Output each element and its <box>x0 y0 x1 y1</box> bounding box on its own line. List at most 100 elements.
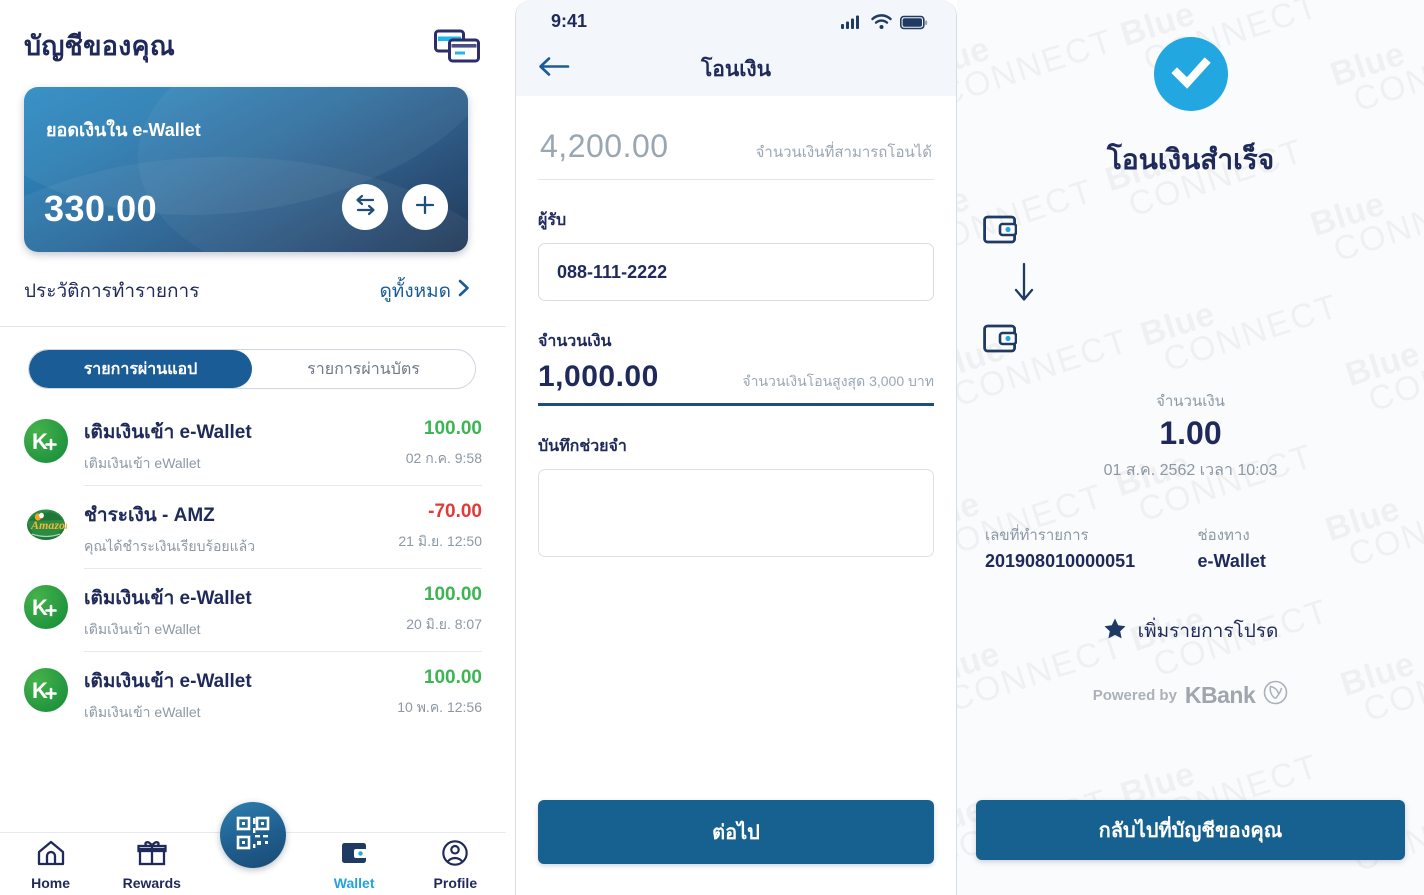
page-title: บัญชีของคุณ <box>24 31 176 61</box>
wallet-icon <box>339 839 369 872</box>
from-account-masked-text <box>1037 212 1398 214</box>
svg-text:Amazon: Amazon <box>30 518 67 532</box>
check-circle-icon <box>1153 37 1228 111</box>
transaction-desc: คุณได้ชำระเงินเรียบร้อยแล้ว <box>84 538 256 554</box>
powered-by: Powered by KBank <box>957 680 1424 710</box>
transfer-form: 4,200.00 จำนวนเงินที่สามารถโอนได้ ผู้รับ… <box>516 96 956 557</box>
note-input[interactable] <box>538 469 934 557</box>
qr-code-icon <box>236 816 270 855</box>
transaction-meta: 100.00 20 มิ.ย. 8:07 <box>406 583 482 636</box>
transaction-meta: 100.00 10 พ.ค. 12:56 <box>397 666 482 719</box>
person-circle-icon <box>440 839 470 872</box>
balance-card[interactable]: ยอดเงินใน e-Wallet 330.00 <box>24 87 468 252</box>
meta-transaction-id: เลขที่ทำรายการ 201908010000051 <box>985 523 1184 572</box>
nav-label: Profile <box>433 875 478 891</box>
back-button[interactable] <box>538 56 570 83</box>
see-all-label: ดูทั้งหมด <box>379 281 451 302</box>
svg-text:K: K <box>32 429 48 454</box>
success-content: โอนเงินสำเร็จ จำนวนเงิน 1.00 01 ส.ค. 256… <box>957 0 1424 710</box>
amount-label: จำนวนเงิน <box>538 333 612 350</box>
transfer-arrows-icon <box>353 194 378 221</box>
status-time: 9:41 <box>551 11 588 31</box>
transaction-datetime: 01 ส.ค. 2562 เวลา 10:03 <box>1103 462 1278 479</box>
transaction-name: เติมเงินเข้า e-Wallet <box>84 671 252 692</box>
transaction-name: เติมเงินเข้า e-Wallet <box>84 422 252 443</box>
chevron-right-icon <box>458 279 470 303</box>
kbank-brand: KBank <box>1184 681 1256 708</box>
transaction-info: เติมเงินเข้า e-Wallet เติมเงินเข้า eWall… <box>68 583 406 641</box>
transaction-amount: 100.00 <box>423 667 482 688</box>
meta-label: ช่องทาง <box>1197 527 1250 544</box>
see-all-link[interactable]: ดูทั้งหมด <box>379 276 470 306</box>
battery-full-icon <box>900 15 928 35</box>
transaction-date: 21 มิ.ย. 12:50 <box>398 533 482 549</box>
table-row[interactable]: K เติมเงินเข้า e-Wallet เติมเงินเข้า eWa… <box>24 569 482 651</box>
transfer-screen: 9:41 โอนเงิน 4,200.00 จำนวนเงินที่สามารถ… <box>515 0 957 895</box>
table-row[interactable]: K เติมเงินเข้า e-Wallet เติมเงินเข้า eWa… <box>24 403 482 485</box>
screens-container: บัญชีของคุณ ยอดเงินใน e-Wallet 330.00 ปร… <box>0 0 1424 895</box>
add-favorite-button[interactable]: เพิ่มรายการโปรด <box>957 616 1424 646</box>
svg-text:K: K <box>32 678 48 703</box>
wifi-icon <box>871 14 892 35</box>
amount-input[interactable]: 1,000.00 <box>538 360 659 394</box>
transaction-date: 10 พ.ค. 12:56 <box>397 699 482 715</box>
transaction-list: K เติมเงินเข้า e-Wallet เติมเงินเข้า eWa… <box>24 403 482 734</box>
sidebar-item-profile[interactable]: Profile <box>420 839 490 891</box>
available-balance-row: 4,200.00 จำนวนเงินที่สามารถโอนได้ <box>538 96 934 165</box>
amount-label: จำนวนเงิน <box>1156 393 1225 410</box>
status-icons <box>841 14 928 35</box>
svg-text:K: K <box>32 595 48 620</box>
transaction-amount: 100.00 <box>423 418 482 439</box>
transfer-header: โอนเงิน <box>516 42 956 96</box>
tab-card-transactions[interactable]: รายการผ่านบัตร <box>252 350 475 388</box>
recipient-label: ผู้รับ <box>538 212 567 229</box>
card-actions <box>342 184 448 230</box>
transaction-info: เติมเงินเข้า e-Wallet เติมเงินเข้า eWall… <box>68 417 406 475</box>
transaction-amount: 100.00 <box>423 584 482 605</box>
transaction-info: เติมเงินเข้า e-Wallet เติมเงินเข้า eWall… <box>68 666 397 724</box>
sidebar-item-rewards[interactable]: Rewards <box>117 839 187 891</box>
arrow-left-icon <box>538 57 570 82</box>
transaction-date: 20 มิ.ย. 8:07 <box>406 616 482 632</box>
amount-value: 1.00 <box>1159 415 1222 451</box>
page-title: โอนเงิน <box>700 57 772 81</box>
transaction-desc: เติมเงินเข้า eWallet <box>84 704 201 720</box>
wallet-screen: บัญชีของคุณ ยอดเงินใน e-Wallet 330.00 ปร… <box>0 0 506 895</box>
sidebar-item-wallet[interactable]: Wallet <box>319 839 389 891</box>
balance-label: ยอดเงินใน e-Wallet <box>46 120 201 140</box>
transaction-tabs: รายการผ่านแอป รายการผ่านบัตร <box>28 349 476 389</box>
topup-button[interactable] <box>402 184 448 230</box>
recipient-input[interactable]: 088-111-2222 <box>538 243 934 301</box>
kplus-logo-icon: K <box>24 419 68 463</box>
sidebar-item-home[interactable]: Home <box>16 839 86 891</box>
history-title: ประวัติการทำรายการ <box>24 281 200 302</box>
kplus-logo-icon: K <box>24 585 68 629</box>
transaction-meta: เลขที่ทำรายการ 201908010000051 ช่องทาง e… <box>957 483 1424 572</box>
transaction-desc: เติมเงินเข้า eWallet <box>84 455 201 471</box>
status-bar: 9:41 โอนเงิน <box>516 0 956 96</box>
back-to-account-button[interactable]: กลับไปที่บัญชีของคุณ <box>976 800 1405 860</box>
balance-amount: 330.00 <box>44 188 158 229</box>
cards-icon[interactable] <box>434 29 480 63</box>
tab-app-transactions[interactable]: รายการผ่านแอป <box>29 350 252 388</box>
amount-input-row[interactable]: 1,000.00 จำนวนเงินโอนสูงสุด 3,000 บาท <box>538 360 934 394</box>
transaction-info: ชำระเงิน - AMZ คุณได้ชำระเงินเรียบร้อยแล… <box>68 500 398 558</box>
amazon-cafe-logo-icon: Amazon <box>24 502 68 546</box>
transaction-meta: 100.00 02 ก.ค. 9:58 <box>406 417 482 470</box>
wallet-header: บัญชีของคุณ <box>0 0 506 67</box>
continue-button[interactable]: ต่อไป <box>538 800 934 864</box>
table-row[interactable]: K เติมเงินเข้า e-Wallet เติมเงินเข้า eWa… <box>24 652 482 734</box>
note-label: บันทึกช่วยจำ <box>538 438 627 455</box>
cellular-signal-icon <box>841 14 863 35</box>
transaction-amount: -70.00 <box>428 501 482 522</box>
qr-scan-button[interactable] <box>220 802 286 868</box>
plus-icon <box>413 193 437 222</box>
add-favorite-label: เพิ่มรายการโปรด <box>1137 621 1279 642</box>
wallet-square-icon <box>983 324 1018 359</box>
table-row[interactable]: Amazon ชำระเงิน - AMZ คุณได้ชำระเงินเรีย… <box>24 486 482 568</box>
home-icon <box>36 839 66 872</box>
transaction-meta: -70.00 21 มิ.ย. 12:50 <box>398 500 482 553</box>
meta-value: e-Wallet <box>1197 551 1266 571</box>
transfer-button[interactable] <box>342 184 388 230</box>
success-screen: BlueCONNECT BlueCONNECT BlueCONNECT Blue… <box>957 0 1424 895</box>
